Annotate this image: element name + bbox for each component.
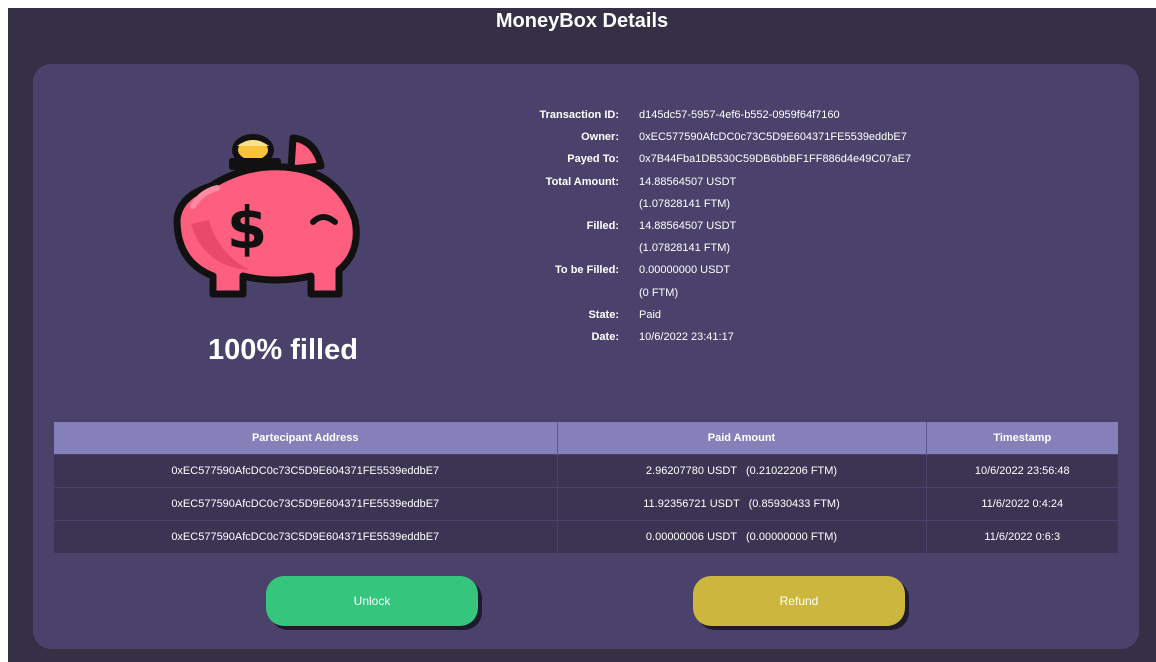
detail-label: Owner: (581, 131, 619, 144)
detail-value: 14.88564507 USDT (639, 220, 737, 233)
detail-row-to-be-filled: To be Filled: 0.00000000 USDT (463, 259, 1023, 281)
unlock-button[interactable]: Unlock (266, 576, 478, 626)
transaction-details: Transaction ID: d145dc57-5957-4ef6-b552-… (463, 104, 1023, 348)
table-header-row: Partecipant Address Paid Amount Timestam… (54, 422, 1118, 454)
cell-paid-amount: 11.92356721 USDT (0.85930433 FTM) (557, 486, 927, 520)
detail-label: Total Amount: (545, 175, 619, 188)
moneybox-card: $ 100% filled Transaction ID: d145dc57-5… (33, 64, 1139, 649)
detail-row-date: Date: 10/6/2022 23:41:17 (463, 326, 1023, 348)
detail-value: 0.00000000 USDT (639, 264, 731, 277)
detail-value: 0x7B44Fba1DB530C59DB6bbBF1FF886d4e49C07a… (639, 153, 912, 166)
detail-row-transaction-id: Transaction ID: d145dc57-5957-4ef6-b552-… (463, 104, 1023, 126)
detail-value: (1.07828141 FTM) (639, 242, 731, 255)
detail-label: Payed To: (567, 153, 619, 166)
page-title: MoneyBox Details (495, 10, 669, 32)
cell-paid-amount: 2.96207780 USDT (0.21022206 FTM) (557, 453, 927, 487)
cell-address: 0xEC577590AfcDC0c73C5D9E604371FE5539eddb… (54, 486, 558, 520)
detail-value: 10/6/2022 23:41:17 (639, 330, 734, 343)
detail-value: 0xEC577590AfcDC0c73C5D9E604371FE5539eddb… (639, 131, 907, 144)
column-header-paid-amount: Paid Amount (557, 422, 927, 454)
piggy-bank-dollar-icon: $ (163, 124, 373, 304)
detail-value: d145dc57-5957-4ef6-b552-0959f64f7160 (639, 109, 840, 122)
page: MoneyBox Details $ 100% filled Transacti… (8, 8, 1156, 662)
refund-button[interactable]: Refund (693, 576, 905, 626)
table-row: 0xEC577590AfcDC0c73C5D9E604371FE5539eddb… (54, 453, 1118, 487)
participants-table: Partecipant Address Paid Amount Timestam… (54, 422, 1118, 553)
detail-label: To be Filled: (555, 264, 619, 277)
detail-row-filled-ftm: (1.07828141 FTM) (463, 237, 1023, 259)
svg-text:$: $ (227, 194, 267, 262)
detail-row-owner: Owner: 0xEC577590AfcDC0c73C5D9E604371FE5… (463, 126, 1023, 148)
detail-label: State: (588, 308, 619, 321)
table-row: 0xEC577590AfcDC0c73C5D9E604371FE5539eddb… (54, 519, 1118, 553)
detail-row-state: State: Paid (463, 304, 1023, 326)
column-header-timestamp: Timestamp (926, 422, 1118, 454)
cell-timestamp: 11/6/2022 0:4:24 (926, 486, 1118, 520)
detail-value: (0 FTM) (639, 286, 679, 299)
detail-row-total-amount: Total Amount: 14.88564507 USDT (463, 171, 1023, 193)
detail-label: Transaction ID: (539, 109, 619, 122)
detail-label: Date: (591, 330, 619, 343)
detail-label: Filled: (586, 220, 619, 233)
cell-paid-amount: 0.00000006 USDT (0.00000000 FTM) (557, 519, 927, 553)
fill-percentage: 100% filled (208, 334, 358, 366)
table-row: 0xEC577590AfcDC0c73C5D9E604371FE5539eddb… (54, 486, 1118, 520)
cell-timestamp: 11/6/2022 0:6:3 (926, 519, 1118, 553)
column-header-address: Partecipant Address (54, 422, 558, 454)
detail-value: Paid (639, 308, 662, 321)
cell-address: 0xEC577590AfcDC0c73C5D9E604371FE5539eddb… (54, 519, 558, 553)
detail-row-total-amount-ftm: (1.07828141 FTM) (463, 193, 1023, 215)
cell-address: 0xEC577590AfcDC0c73C5D9E604371FE5539eddb… (54, 453, 558, 487)
detail-row-to-be-filled-ftm: (0 FTM) (463, 282, 1023, 304)
cell-timestamp: 10/6/2022 23:56:48 (926, 453, 1118, 487)
detail-row-payed-to: Payed To: 0x7B44Fba1DB530C59DB6bbBF1FF88… (463, 148, 1023, 170)
detail-row-filled: Filled: 14.88564507 USDT (463, 215, 1023, 237)
detail-value: (1.07828141 FTM) (639, 197, 731, 210)
detail-value: 14.88564507 USDT (639, 175, 737, 188)
